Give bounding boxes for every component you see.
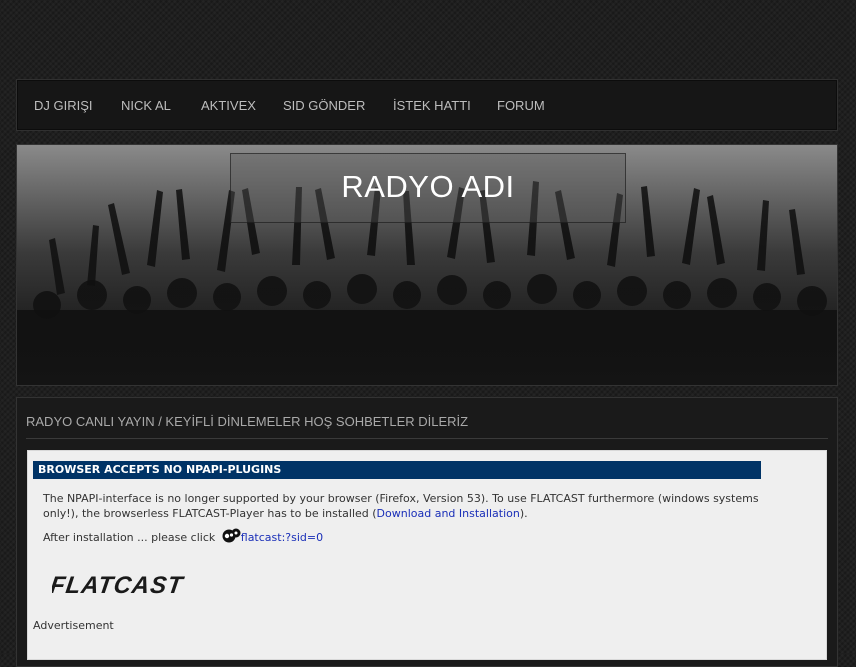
advertisement-label: Advertisement (33, 619, 114, 632)
after-install-text: After installation ... please click (43, 531, 216, 544)
page-tagline: RADYO CANLI YAYIN / KEYİFLİ DİNLEMELER H… (26, 414, 469, 429)
flatcast-sid-link[interactable]: flatcast:?sid=0 (241, 531, 323, 544)
nav-item-forum[interactable]: FORUM (497, 80, 545, 130)
player-plugin-box: BROWSER ACCEPTS NO NPAPI-PLUGINS The NPA… (27, 450, 827, 660)
flatcast-logo-text: FLATCAST (52, 573, 186, 599)
main-nav: DJ GIRIŞI NICK AL AKTIVEX SID GÖNDER İST… (16, 79, 838, 131)
flatcast-logo: FLATCAST (52, 573, 186, 599)
plugin-message: The NPAPI-interface is no longer support… (43, 491, 763, 521)
nav-item-sid-gonder[interactable]: SID GÖNDER (283, 80, 365, 130)
download-installation-link[interactable]: Download and Installation (377, 507, 520, 520)
flatcast-player-icon[interactable] (219, 527, 241, 543)
plugin-message-end: ). (519, 507, 528, 520)
nav-item-aktivex[interactable]: AKTIVEX (201, 80, 256, 130)
nav-item-nick-al[interactable]: NICK AL (121, 80, 171, 130)
divider (26, 438, 828, 439)
after-install-line: After installation ... please click flat… (43, 527, 323, 544)
site-title: RADYO ADI (341, 169, 515, 204)
header-banner: RADYO ADI (16, 144, 838, 386)
nav-item-dj-girisi[interactable]: DJ GIRIŞI (34, 80, 93, 130)
nav-item-istek-hatti[interactable]: İSTEK HATTI (393, 80, 471, 130)
plugin-warning-header: BROWSER ACCEPTS NO NPAPI-PLUGINS (33, 461, 761, 479)
